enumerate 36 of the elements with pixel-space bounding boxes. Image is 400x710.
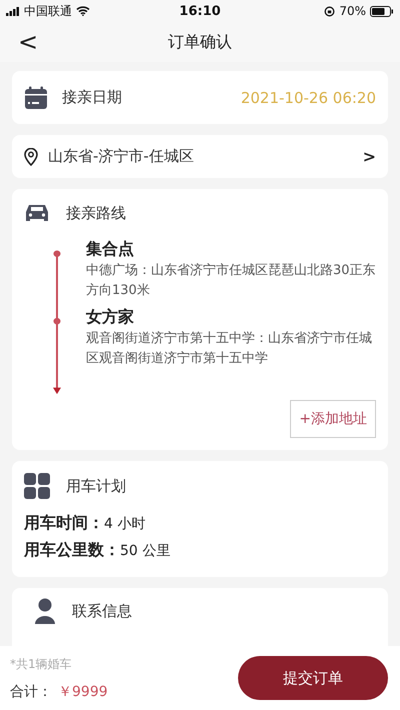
battery-percent: 70% (339, 4, 366, 18)
plan-value: 4 小时 (104, 516, 146, 532)
calendar-icon (24, 86, 48, 110)
plan-title: 用车计划 (66, 476, 126, 496)
signal-icon (6, 6, 20, 16)
region-selector[interactable]: 山东省-济宁市-任城区 > (12, 135, 388, 178)
total-label: 合计： (10, 682, 52, 700)
date-card[interactable]: 接亲日期 2021-10-26 06:20 (12, 71, 388, 124)
car-count-note: *共1辆婚车 (10, 656, 73, 672)
grid-icon (24, 473, 50, 499)
add-address-button[interactable]: +添加地址 (290, 400, 376, 438)
rotation-lock-icon (324, 6, 336, 16)
carrier-name: 中国联通 (24, 2, 72, 20)
battery-icon (370, 6, 394, 16)
wifi-icon (76, 6, 90, 16)
plan-label: 用车公里数： (24, 540, 120, 559)
date-label: 接亲日期 (62, 88, 122, 107)
car-icon (24, 203, 50, 223)
back-button[interactable]: < (8, 28, 48, 56)
location-pin-icon (24, 148, 38, 166)
stop-address: 中德广场：山东省济宁市任城区琵琶山北路30正东方向130米 (86, 262, 376, 300)
stop-name: 女方家 (86, 306, 135, 328)
submit-button[interactable]: 提交订单 (238, 656, 388, 700)
chevron-icon: > (362, 147, 376, 166)
stop-name: 集合点 (86, 238, 135, 260)
route-title: 接亲路线 (66, 204, 126, 222)
total-price: ￥9999 (58, 682, 108, 700)
date-value: 2021-10-26 06:20 (240, 88, 376, 106)
status-time: 16:10 (179, 4, 221, 18)
person-icon (34, 598, 56, 624)
contact-title: 联系信息 (72, 602, 132, 620)
region-text: 山东省-济宁市-任城区 (48, 147, 194, 166)
page-title: 订单确认 (168, 32, 232, 52)
plan-label: 用车时间： (24, 513, 104, 532)
stop-address: 观音阁街道济宁市第十五中学：山东省济宁市任城区观音阁街道济宁市第十五中学 (86, 330, 373, 368)
plan-value: 50 公里 (120, 543, 170, 559)
